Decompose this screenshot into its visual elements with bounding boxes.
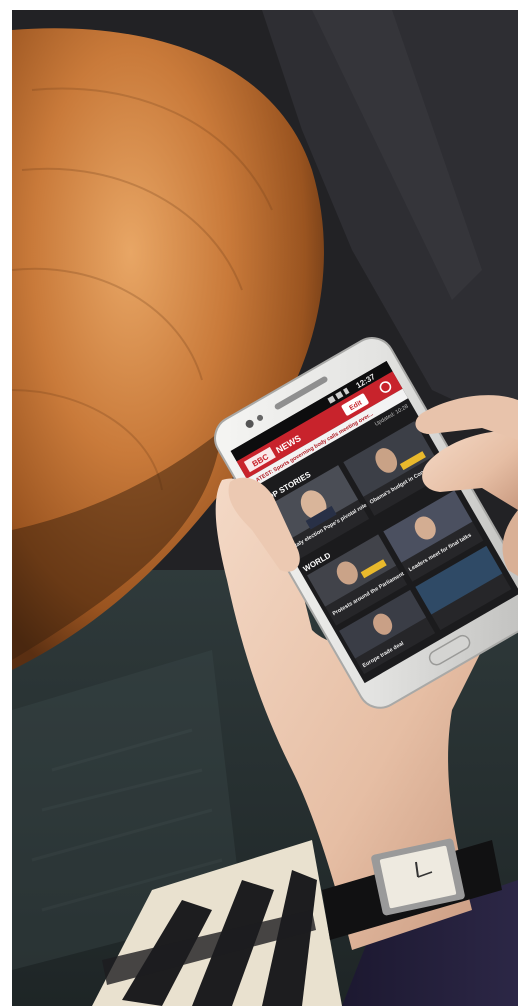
photo-scene: 12:37 BBC NEWS Edit LATEST: Sports gover… (12, 10, 518, 1006)
photo-frame: 12:37 BBC NEWS Edit LATEST: Sports gover… (12, 10, 518, 1006)
